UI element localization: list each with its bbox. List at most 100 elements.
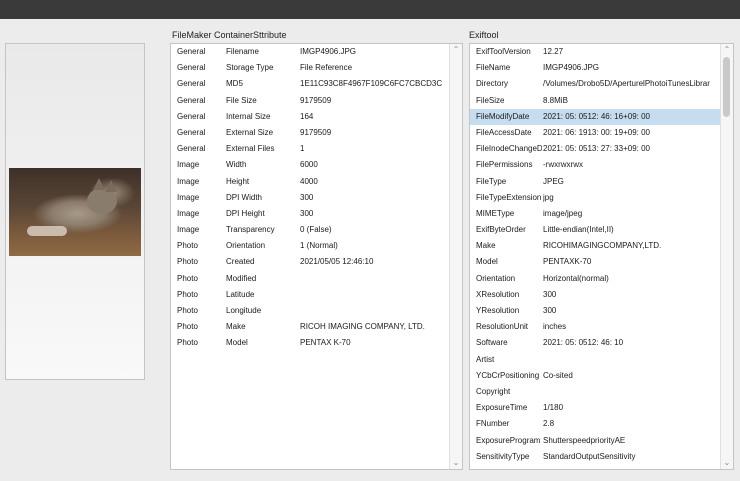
tag-value-cell: -rwxrwxrwx	[543, 160, 583, 170]
tag-name-cell: Artist	[476, 354, 495, 364]
category-cell: General	[177, 144, 206, 154]
list-row[interactable]: Image DPI Width 300	[171, 190, 462, 206]
attribute-value-cell: 9179509	[300, 127, 332, 137]
exiftool-attributes-list[interactable]: ExifToolVersion 12.27 FileName IMGP4906.JPG…	[469, 43, 734, 470]
tag-value-cell: JPEG	[543, 176, 564, 186]
list-row[interactable]: FilePermissions -rwxrwxrwx	[470, 157, 733, 173]
scrollbar-thumb[interactable]	[723, 57, 730, 117]
list-row[interactable]: General MD5 1E11C93C8F4967F109C6FC7CBCD3C	[171, 76, 462, 92]
list-row[interactable]: General Internal Size 164	[171, 109, 462, 125]
attribute-name-cell: Longitude	[226, 306, 262, 315]
list-row[interactable]: Photo Orientation 1 (Normal)	[171, 238, 462, 254]
list-row[interactable]: Photo Modified	[171, 271, 462, 287]
attribute-name-cell: Filename	[226, 47, 259, 56]
list-row[interactable]: FileInodeChangeD 2021: 05: 0513: 27: 33+0…	[470, 141, 733, 157]
scroll-up-icon[interactable]: ⌃	[450, 44, 462, 56]
attribute-name-cell: Internal Size	[226, 111, 271, 121]
list-row[interactable]: FileAccessDate 2021: 06: 1913: 00: 19+09:…	[470, 125, 733, 141]
category-cell: General	[177, 127, 206, 137]
list-row[interactable]: MIMEType image/jpeg	[470, 206, 733, 222]
tag-value-cell: IMGP4906.JPG	[543, 63, 600, 73]
exiftool-scrollbar[interactable]: ⌃ ⌄	[720, 44, 733, 469]
list-row[interactable]: General File Size 9179509	[171, 93, 462, 109]
list-row[interactable]: FNumber 2.8	[470, 416, 733, 432]
list-row[interactable]: FileName IMGP4906.JPG	[470, 60, 733, 76]
attribute-value-cell: 1	[300, 144, 305, 154]
tag-value-cell: 8.8MiB	[543, 95, 568, 105]
attribute-name-cell: Height	[226, 176, 250, 186]
category-cell: General	[177, 47, 206, 56]
attribute-name-cell: Transparency	[226, 225, 275, 235]
tag-name-cell: FileName	[476, 63, 511, 73]
scroll-down-icon[interactable]: ⌄	[450, 457, 462, 469]
tag-name-cell: FileAccessDate	[476, 127, 532, 137]
list-row[interactable]: FileTypeExtension jpg	[470, 190, 733, 206]
list-row[interactable]: General Storage Type File Reference	[171, 60, 462, 76]
list-row[interactable]: Image DPI Height 300	[171, 206, 462, 222]
tag-name-cell: XResolution	[476, 289, 520, 299]
tag-name-cell: YResolution	[476, 306, 520, 315]
tag-name-cell: FileTypeExtension	[476, 192, 542, 202]
tag-value-cell: 300	[543, 289, 557, 299]
list-row[interactable]: General External Files 1	[171, 141, 462, 157]
list-row[interactable]: Image Transparency 0 (False)	[171, 222, 462, 238]
tag-value-cell: Little-endian(Intel,II)	[543, 225, 614, 235]
list-row[interactable]: Photo Longitude	[171, 303, 462, 319]
scroll-down-icon[interactable]: ⌄	[721, 457, 733, 469]
filemaker-attributes-list[interactable]: General Filename IMGP4906.JPG General Storag…	[170, 43, 463, 470]
category-cell: Image	[177, 208, 200, 218]
list-row[interactable]: ExifToolVersion 12.27	[470, 44, 733, 60]
list-row[interactable]: FileType JPEG	[470, 174, 733, 190]
list-row[interactable]: SensitivityType StandardOutputSensitivity	[470, 449, 733, 465]
attribute-value-cell: 4000	[300, 176, 318, 186]
list-row[interactable]: Photo Model PENTAX K-70	[171, 335, 462, 351]
list-row[interactable]: ExposureTime 1/180	[470, 400, 733, 416]
list-row[interactable]: Orientation Horizontal(normal)	[470, 271, 733, 287]
list-row[interactable]: FileSize 8.8MiB	[470, 93, 733, 109]
tag-name-cell: FileModifyDate	[476, 111, 530, 121]
list-row[interactable]: Artist	[470, 352, 733, 368]
list-row[interactable]: Copyright	[470, 384, 733, 400]
tag-value-cell: image/jpeg	[543, 208, 583, 218]
list-row[interactable]: Make RICOHIMAGINGCOMPANY,LTD.	[470, 238, 733, 254]
tag-name-cell: Directory	[476, 79, 509, 89]
cat-photo-thumbnail	[9, 168, 141, 256]
tag-value-cell: Horizontal(normal)	[543, 273, 609, 283]
list-row[interactable]: ResolutionUnit inches	[470, 319, 733, 335]
list-row[interactable]: YResolution 300	[470, 303, 733, 319]
scroll-up-icon[interactable]: ⌃	[721, 44, 733, 56]
attribute-name-cell: DPI Width	[226, 192, 263, 202]
filemaker-scrollbar[interactable]: ⌃ ⌄	[449, 44, 462, 469]
list-row[interactable]: Image Width 6000	[171, 157, 462, 173]
list-row[interactable]: XResolution 300	[470, 287, 733, 303]
image-preview-panel	[5, 43, 145, 380]
list-row[interactable]: ExposureProgram ShutterspeedpriorityAE	[470, 433, 733, 449]
attribute-value-cell: 300	[300, 208, 314, 218]
category-cell: Image	[177, 176, 200, 186]
tag-value-cell: 2021: 06: 1913: 00: 19+09: 00	[543, 127, 650, 137]
tag-name-cell: Copyright	[476, 386, 511, 396]
list-row[interactable]: General Filename IMGP4906.JPG	[171, 44, 462, 60]
list-row[interactable]: Directory/Volumes/Drobo5D/AperturelPhoto…	[470, 76, 733, 92]
list-row[interactable]: Photo Make RICOH IMAGING COMPANY, LTD.	[171, 319, 462, 335]
list-row[interactable]: Image Height 4000	[171, 174, 462, 190]
tag-value-cell: RICOHIMAGINGCOMPANY,LTD.	[543, 241, 662, 251]
list-row[interactable]: Model PENTAXK-70	[470, 254, 733, 270]
attribute-value-cell: 0 (False)	[300, 225, 332, 235]
attribute-name-cell: Created	[226, 257, 255, 267]
list-row[interactable]: Software 2021: 05: 0512: 46: 10	[470, 335, 733, 351]
list-row[interactable]: Photo Latitude	[171, 287, 462, 303]
tag-name-cell: ExposureTime	[476, 403, 528, 413]
tag-value-cell: /Volumes/Drobo5D/AperturelPhotoiTunesLib…	[543, 79, 710, 89]
tag-value-cell: Co-sited	[543, 370, 573, 380]
list-row[interactable]: Photo Created 2021/05/05 12:46:10	[171, 254, 462, 270]
attribute-name-cell: MD5	[226, 79, 243, 89]
tag-value-cell: 2.8	[543, 419, 555, 429]
list-row[interactable]: YCbCrPositioning Co-sited	[470, 368, 733, 384]
filemaker-section-title: FileMaker ContainerSttribute	[172, 30, 287, 40]
tag-value-cell: StandardOutputSensitivity	[543, 451, 636, 461]
list-row[interactable]: ExifByteOrder Little-endian(Intel,II)	[470, 222, 733, 238]
tag-name-cell: FileSize	[476, 95, 505, 105]
list-row[interactable]: General External Size 9179509	[171, 125, 462, 141]
list-row[interactable]: FileModifyDate 2021: 05: 0512: 46: 16+09:…	[470, 108, 733, 125]
